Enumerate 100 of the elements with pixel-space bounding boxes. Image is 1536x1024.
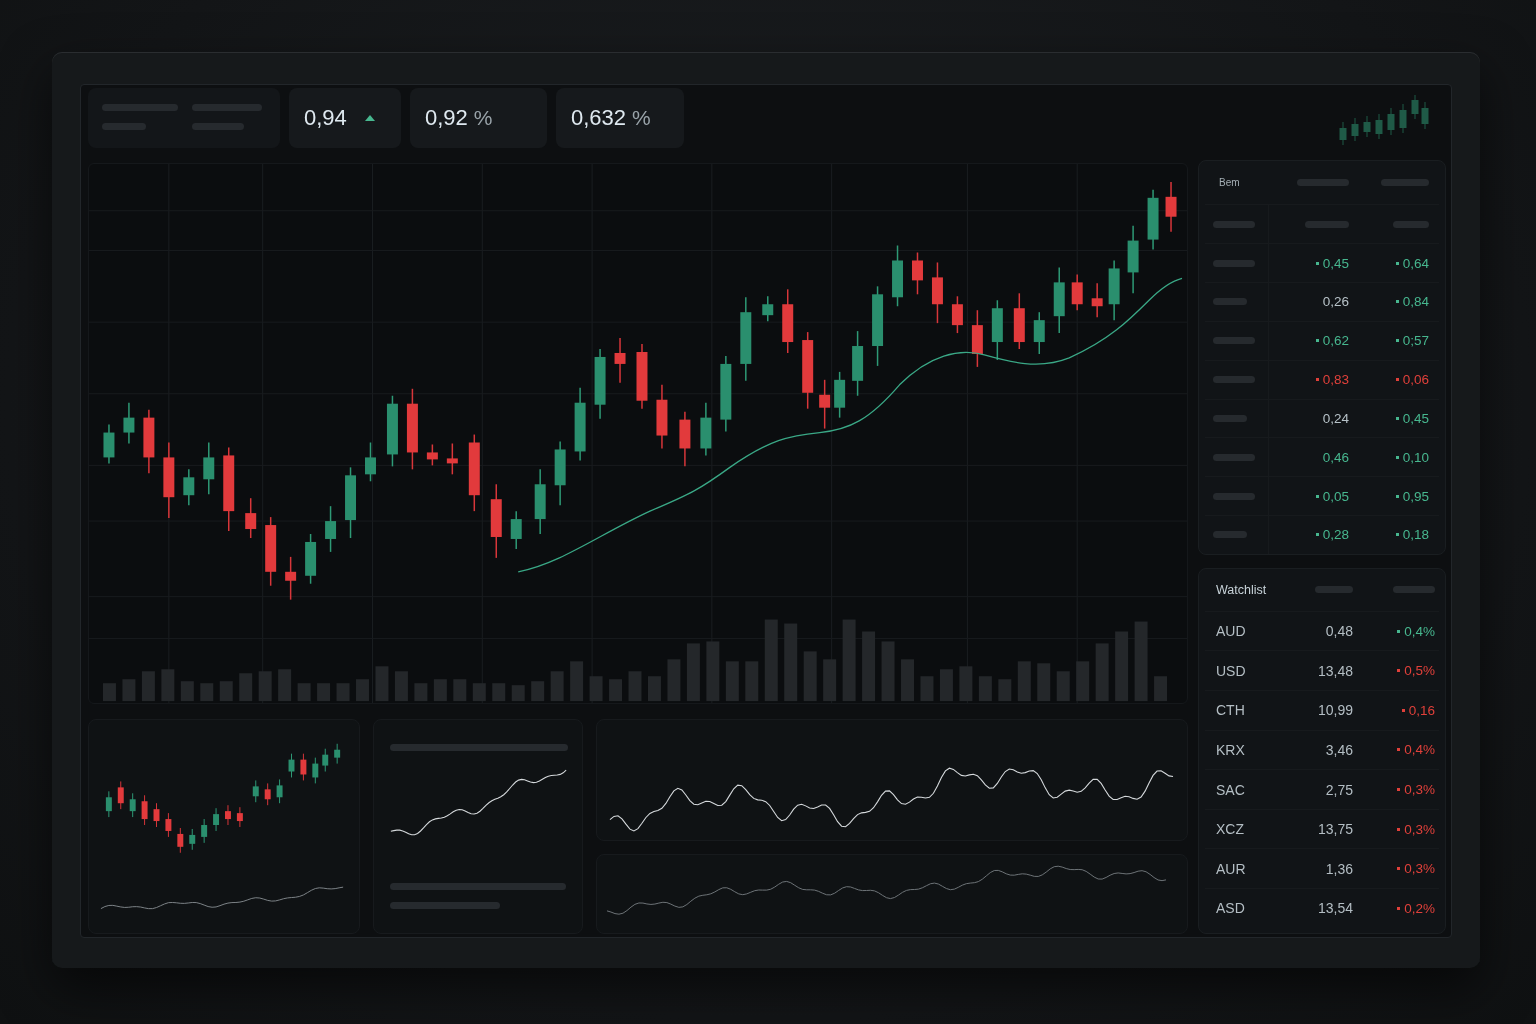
price-label: 13,54 [1316, 900, 1353, 917]
candle [700, 401, 712, 457]
symbol-label: AUR [1215, 860, 1247, 877]
symbol-label: CTH [1215, 702, 1246, 719]
candle [265, 516, 277, 587]
candle [245, 497, 257, 539]
price-label: 2,75 [1324, 781, 1353, 798]
change-label: 0,5% [1404, 663, 1435, 679]
table-cell: 0,62 [1322, 333, 1349, 349]
table-cell: 0,83 [1322, 372, 1349, 388]
candle [1147, 189, 1159, 251]
volume-bar [219, 681, 233, 701]
volume-bar [1056, 671, 1070, 701]
volume-bar [745, 661, 759, 701]
candle [322, 748, 329, 772]
watchlist-row[interactable]: AUD 0,48 0,4% [1205, 611, 1439, 652]
volume-bar [686, 643, 700, 701]
candle [105, 790, 112, 818]
volume-bar [803, 651, 817, 701]
candle [365, 441, 376, 482]
volume-bar [180, 681, 194, 701]
candle [1053, 266, 1065, 334]
candle [103, 423, 115, 465]
candle [912, 251, 923, 295]
volume-bar [1037, 663, 1051, 701]
candle [325, 505, 337, 553]
watchlist-row[interactable]: SAC 2,75 0,3% [1205, 770, 1439, 810]
watchlist-row[interactable]: USD 13,48 0,5% [1205, 651, 1439, 691]
candle [1013, 292, 1025, 350]
symbol-label: AUD [1215, 623, 1247, 640]
price-label: 1,36 [1324, 860, 1353, 877]
candle [203, 441, 215, 495]
change-label: 0,3% [1404, 782, 1435, 797]
candle [636, 343, 648, 410]
change-label: 0,4% [1404, 742, 1435, 758]
candle [201, 818, 208, 844]
candle [141, 794, 148, 826]
candle [510, 510, 522, 550]
table-cell: 0,95 [1402, 488, 1429, 504]
watchlist-row[interactable]: XCZ 13,75 0,3% [1205, 809, 1439, 850]
price-label: 3,46 [1324, 741, 1353, 758]
symbol-label: XCZ [1215, 821, 1245, 838]
candle [165, 812, 172, 838]
volume-bar [297, 683, 311, 701]
candle [1033, 311, 1045, 355]
watchlist-row[interactable]: AUR 1,36 0,3% [1205, 849, 1439, 889]
change-label: 0,16 [1408, 702, 1435, 718]
candle [951, 295, 963, 334]
volume-bar [102, 683, 116, 701]
candle [252, 779, 259, 803]
volume-bar [453, 679, 467, 701]
candle [276, 778, 283, 804]
volume-bar [200, 683, 214, 701]
column-header: Bem [1218, 176, 1241, 191]
watchlist-row[interactable]: CTH 10,99 0,16 [1205, 691, 1439, 731]
candle [614, 337, 626, 384]
watchlist-row[interactable]: ASD 13,54 0,2% [1205, 889, 1439, 928]
table-cell: 0,24 [1322, 410, 1349, 426]
candle [819, 379, 831, 430]
unit-label: % [632, 105, 651, 130]
candle [264, 782, 271, 806]
candle [594, 348, 606, 420]
volume-bar [511, 685, 525, 701]
table-cell: 0,06 [1402, 372, 1429, 388]
price-label: 0,48 [1324, 623, 1353, 640]
volume-bar [1154, 676, 1168, 701]
candle [1071, 273, 1083, 311]
table-cell: 0,45 [1322, 255, 1349, 271]
price-label: 10,99 [1316, 702, 1353, 719]
candle [285, 556, 297, 601]
watchlist-title: Watchlist [1215, 582, 1268, 597]
symbol-label: KRX [1215, 741, 1246, 758]
watchlist-row[interactable]: KRX 3,46 0,4% [1205, 730, 1439, 771]
candle [183, 468, 195, 506]
volume-bar [394, 671, 408, 701]
candle [189, 828, 196, 851]
volume-bar [901, 659, 914, 701]
candle [991, 299, 1003, 361]
volume-bar [278, 669, 292, 701]
volume-bar [375, 666, 389, 701]
volume-bar [356, 679, 369, 701]
candle [971, 309, 983, 368]
volume-bar [336, 683, 350, 701]
volume-bar [648, 676, 661, 701]
candle [225, 804, 231, 826]
candle [312, 757, 319, 784]
candle [129, 792, 136, 818]
volume-bar [122, 679, 136, 701]
change-label: 0,3% [1404, 821, 1435, 837]
table-cell: 0,18 [1402, 527, 1429, 543]
candle [1165, 181, 1177, 233]
change-label: 0,4% [1404, 623, 1435, 639]
table-cell: 0,10 [1402, 449, 1429, 465]
volume-bar [141, 671, 155, 701]
table-cell: 0,64 [1402, 255, 1429, 271]
table-cell: 0,46 [1322, 449, 1349, 465]
volume-bar [1017, 661, 1031, 701]
candle [679, 410, 691, 468]
volume-bar [531, 681, 545, 701]
candle [177, 827, 184, 854]
